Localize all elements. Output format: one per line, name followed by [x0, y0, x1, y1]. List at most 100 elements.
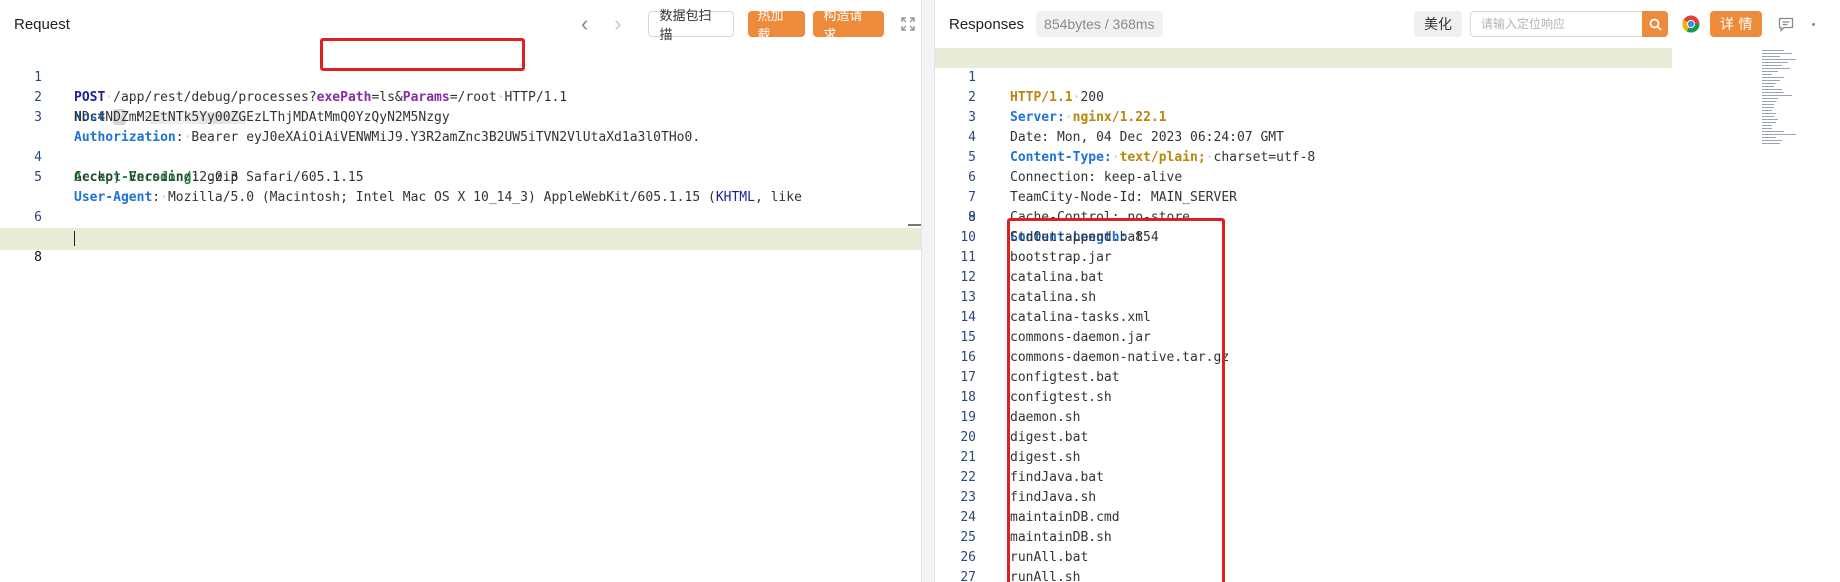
line-number: 21 — [960, 450, 976, 465]
minimap-stroke — [1762, 113, 1776, 114]
request-panel: Request ‹ › 数据包扫描 热加载 构造请求 1 POST·/app/r… — [0, 0, 922, 582]
response-size-chip: 854bytes / 368ms — [1036, 11, 1163, 37]
header-value-cont: NDc4NDZmM2EtNTk5Yy00ZGEzLThjMDAtMmQ0YzQy… — [74, 110, 450, 125]
line-number: 17 — [960, 370, 976, 385]
request-line-active[interactable]: 8 — [0, 228, 921, 265]
minimap-stroke — [1762, 77, 1784, 78]
minimap-stroke — [1762, 50, 1784, 51]
line-number: 18 — [960, 390, 976, 405]
details-button[interactable]: 详 情 — [1710, 11, 1763, 37]
minimap-stroke — [1762, 104, 1774, 105]
response-line: 6 TeamCity-Node-Id: MAIN_SERVER — [935, 148, 1840, 205]
line-number: 14 — [960, 310, 976, 325]
minimap-stroke — [1762, 83, 1776, 84]
comment-icon[interactable] — [1778, 17, 1794, 32]
locate-response-input[interactable] — [1470, 11, 1642, 37]
request-line: 5 User-Agent:·Mozilla/5.0 (Macintosh; In… — [0, 148, 921, 205]
line-code-wrap: Gecko) Version/12.0.3 Safari/605.1.15 — [74, 168, 364, 188]
request-line: 2 Host·? ·:· — [0, 68, 921, 125]
minimap-stroke — [1762, 137, 1776, 138]
minimap-stroke — [1762, 56, 1780, 57]
minimap[interactable] — [1756, 48, 1840, 158]
line-number: 20 — [960, 430, 976, 445]
minimap-stroke — [1762, 140, 1782, 141]
minimap-stroke — [1762, 53, 1792, 54]
minimap-stroke — [1762, 86, 1774, 87]
response-line: 2 Server:·nginx/1.22.1 — [935, 68, 1840, 125]
minimap-stroke — [1762, 80, 1780, 81]
request-editor[interactable]: 1 POST·/app/rest/debug/processes?exePath… — [0, 38, 921, 582]
response-title: Responses — [949, 15, 1025, 33]
minimap-stroke — [1762, 128, 1772, 129]
prev-arrow-icon[interactable]: ‹ — [572, 13, 597, 35]
beautify-button[interactable]: 美化 — [1414, 11, 1462, 37]
line-number: 22 — [960, 470, 976, 485]
scrollbar[interactable] — [908, 224, 921, 226]
hot-load-button[interactable]: 热加载 — [747, 9, 806, 43]
minimap-stroke — [1762, 89, 1782, 90]
minimap-stroke — [1762, 122, 1776, 123]
line-number: 3 — [34, 110, 42, 125]
line-number: 26 — [960, 550, 976, 565]
response-panel: Responses 854bytes / 368ms 美化 详 情 — [934, 0, 1840, 582]
line-number: 5 — [34, 170, 42, 185]
minimap-stroke — [1762, 116, 1774, 117]
request-line: 6 Content-Lengthauto:·0 — [0, 188, 921, 245]
minimap-stroke — [1762, 71, 1778, 72]
minimap-stroke — [1762, 92, 1784, 93]
panel-divider[interactable] — [922, 0, 934, 582]
line-number: 10 — [960, 230, 976, 245]
line-number: 15 — [960, 330, 976, 345]
text-caret — [74, 231, 75, 246]
packet-scan-button[interactable]: 数据包扫描 — [648, 9, 734, 43]
minimap-stroke — [1762, 134, 1796, 135]
minimap-stroke — [1762, 125, 1772, 126]
minimap-stroke — [1762, 101, 1776, 102]
more-icon[interactable] — [1812, 22, 1816, 26]
line-number: 24 — [960, 510, 976, 525]
minimap-stroke — [1762, 119, 1778, 120]
search-icon[interactable] — [1642, 11, 1668, 37]
line-number: 23 — [960, 490, 976, 505]
line-number: 25 — [960, 530, 976, 545]
response-line: 3 Date: Mon, 04 Dec 2023 06:24:07 GMT — [935, 88, 1840, 145]
response-line: 8 Content-Length:·854 — [935, 188, 1840, 245]
build-request-button[interactable]: 构造请求 — [813, 9, 884, 43]
minimap-stroke — [1762, 107, 1774, 108]
line-number: 27 — [960, 570, 976, 582]
response-editor[interactable]: 1 HTTP/1.1·200 2 Server:·nginx/1.22.1 3 … — [935, 48, 1840, 582]
minimap-stroke — [1762, 74, 1772, 75]
line-code-wrap: NDc4NDZmM2EtNTk5Yy00ZGEzLThjMDAtMmQ0YzQy… — [74, 108, 450, 128]
response-line: 5 Connection: keep-alive — [935, 128, 1840, 185]
request-title: Request — [14, 15, 70, 33]
minimap-stroke — [1762, 68, 1790, 69]
minimap-stroke — [1762, 65, 1782, 66]
line-number: 13 — [960, 290, 976, 305]
request-line: 3 Authorization:·Bearer eyJ0eXAiOiAiVENW… — [0, 88, 921, 145]
request-line: 4 Accept-Encoding:·gzip — [0, 128, 921, 185]
line-number: 9 — [968, 210, 976, 225]
next-arrow-icon[interactable]: › — [605, 13, 630, 35]
response-header: Responses 854bytes / 368ms 美化 详 情 — [935, 0, 1840, 48]
line-number: 8 — [34, 250, 42, 265]
minimap-stroke — [1762, 110, 1772, 111]
minimap-stroke — [1762, 62, 1788, 63]
minimap-stroke — [1762, 95, 1792, 96]
expand-icon[interactable] — [896, 11, 921, 37]
response-line: 7 Cache-Control: no-store — [935, 168, 1840, 225]
highlight-box — [1007, 218, 1225, 582]
header-value-cont: Gecko) Version/12.0.3 Safari/605.1.15 — [74, 170, 364, 185]
minimap-stroke — [1762, 59, 1796, 60]
line-number: 11 — [960, 250, 976, 265]
line-number: 16 — [960, 350, 976, 365]
request-line: 7 — [0, 208, 921, 245]
response-line: 1 HTTP/1.1·200 — [935, 48, 1672, 105]
minimap-stroke — [1762, 143, 1780, 144]
line-number: 12 — [960, 270, 976, 285]
minimap-stroke — [1762, 131, 1784, 132]
chrome-icon[interactable] — [1682, 15, 1700, 33]
line-number: 19 — [960, 410, 976, 425]
response-line: 4 Content-Type:·text/plain;·charset=utf-… — [935, 108, 1840, 165]
highlight-box — [320, 38, 525, 71]
minimap-stroke — [1762, 98, 1778, 99]
